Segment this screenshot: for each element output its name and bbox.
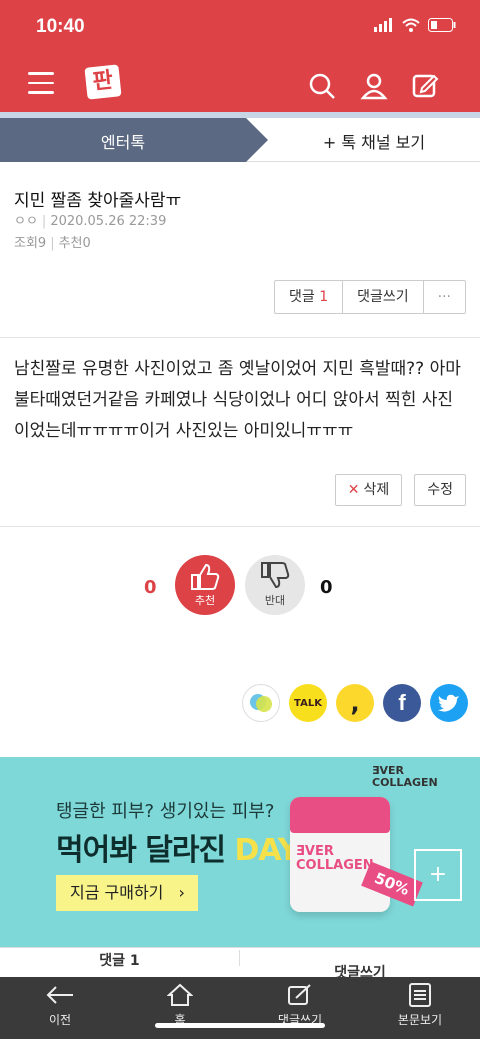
post-body: 남친짤로 유명한 사진이었고 좀 옛날이었어 지민 흑발때?? 아마 불타때였던… [14,359,461,441]
share-story-icon[interactable] [242,684,280,722]
delete-button[interactable]: ✕ 삭제 [334,474,403,506]
search-icon[interactable] [308,72,336,100]
edit-button[interactable]: 수정 [414,474,466,506]
views-label: 조회 [14,236,38,251]
bottom-nav: 이전 홈 댓글쓰기 본문보기 [0,977,480,1039]
ad-brand: ƎVER COLLAGEN [372,764,438,789]
upvote-button[interactable]: 추천 [175,555,235,615]
channel-tabs: 엔터톡 + 톡 채널 보기 [0,118,480,162]
nav-write-comment[interactable]: 댓글쓰기 [240,977,360,1039]
home-indicator [155,1023,325,1028]
facebook-icon[interactable]: f [383,684,421,722]
post-date: 2020.05.26 22:39 [50,214,167,229]
status-time: 10:40 [36,16,85,37]
thumbs-up-icon [191,563,220,590]
recommend-count: 0 [82,236,91,251]
home-icon [167,983,193,1006]
ad-line2: 먹어봐 달라진 DAY [56,833,299,868]
kakaotalk-icon[interactable]: TALK [289,684,327,722]
comment-bar: 댓글 1 댓글쓰기 [0,947,480,981]
ad-banner[interactable]: ƎVER COLLAGEN 탱글한 피부? 생기있는 피부? 먹어봐 달라진 D… [0,757,480,947]
menu-icon[interactable] [28,72,54,94]
nav-home[interactable]: 홈 [120,977,240,1039]
views-count: 9 [37,236,47,251]
downvote-count: 0 [320,577,333,598]
post-actions: ✕ 삭제 수정 [334,474,466,506]
ad-line1: 탱글한 피부? 생기있는 피부? [56,801,275,822]
post-meta: ㅇㅇ | 2020.05.26 22:39 [14,214,167,229]
ad-cta-button[interactable]: 지금 구매하기 › [56,875,198,911]
status-icons [374,18,456,32]
pann-logo[interactable]: 판 [84,64,122,100]
share-buttons: TALK , f [242,684,468,722]
product-jar: ƎVER COLLAGEN [290,797,390,912]
post-author: ㅇㅇ [14,214,38,229]
top-navbar: 판 [0,56,480,112]
write-comment-button[interactable]: 댓글쓰기 [343,281,424,313]
comments-button[interactable]: 댓글 1 [275,281,344,313]
product-name: ƎVER COLLAGEN [296,844,374,873]
pencil-icon [288,984,311,1005]
thumbs-down-icon [261,562,290,589]
tab-entertalk[interactable]: 엔터톡 [0,118,268,162]
post-header: 지민 짤좀 찾아줄사람ㅠ ㅇㅇ | 2020.05.26 22:39 조회9 | 추천0… [0,162,480,338]
nav-back[interactable]: 이전 [0,977,120,1039]
more-button[interactable]: ··· [424,281,465,313]
post-title: 지민 짤좀 찾아줄사람ㅠ [14,191,182,211]
bookmark-icon[interactable]: + [414,849,462,901]
signal-icon [374,18,392,32]
twitter-icon[interactable] [430,684,468,722]
status-bar: 10:40 [0,0,480,56]
chevron-right-icon: › [178,883,185,902]
post-stats: 조회9 | 추천0 [14,236,91,251]
battery-icon [428,18,456,32]
post-button-group: 댓글 1 댓글쓰기 ··· [273,280,466,314]
tab-talk-channels[interactable]: + 톡 채널 보기 [268,129,480,153]
kakaostory-icon[interactable]: , [336,684,374,722]
divider [0,526,480,527]
downvote-button[interactable]: 반대 [245,555,305,615]
write-icon[interactable] [412,72,440,100]
document-icon [409,983,431,1007]
comment-bar-comments[interactable]: 댓글 1 [0,950,240,969]
tab-entertalk-label: 엔터톡 [100,133,146,152]
wifi-icon [402,18,420,32]
vote-section: 0 추천 반대 0 [0,555,480,625]
nav-view-post[interactable]: 본문보기 [360,977,480,1039]
upvote-count: 0 [144,577,157,598]
recommend-label: 추천 [58,236,83,251]
delete-icon: ✕ [347,482,360,498]
user-icon[interactable] [360,72,388,100]
arrow-left-icon [46,986,73,1004]
